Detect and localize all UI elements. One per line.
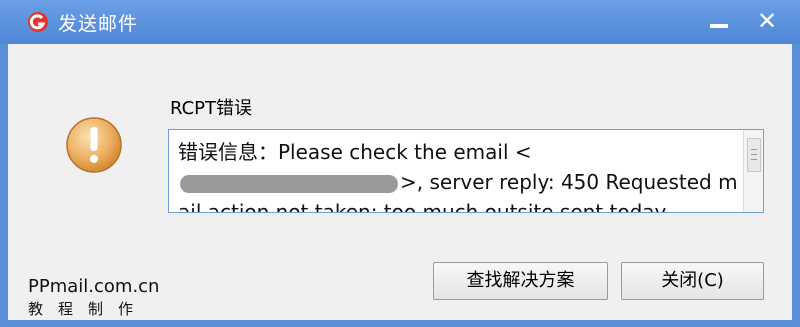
close-icon: ✕ bbox=[756, 7, 778, 35]
error-message-box[interactable]: 错误信息：Please check the email <>, server r… bbox=[168, 129, 764, 213]
app-logo-icon bbox=[28, 12, 48, 32]
watermark-site: PPmail.com.cn bbox=[28, 276, 160, 297]
window-title: 发送邮件 bbox=[58, 13, 139, 35]
vertical-scrollbar[interactable] bbox=[743, 130, 763, 212]
dialog-body: RCPT错误 错误信息：Please check the email <>, s… bbox=[8, 44, 792, 320]
warning-icon bbox=[66, 117, 122, 173]
send-mail-dialog: 发送邮件 ✕ RCPT错误 错误信息：Please check the emai… bbox=[0, 0, 800, 327]
close-window-button[interactable]: ✕ bbox=[752, 6, 782, 36]
minimize-button[interactable] bbox=[704, 6, 734, 36]
redacted-email bbox=[180, 174, 398, 193]
minimize-icon bbox=[710, 24, 728, 28]
title-bar[interactable]: 发送邮件 ✕ bbox=[0, 0, 800, 44]
error-heading: RCPT错误 bbox=[170, 98, 253, 119]
find-solution-button[interactable]: 查找解决方案 bbox=[433, 262, 608, 300]
close-button[interactable]: 关闭(C) bbox=[621, 262, 764, 300]
error-message-text: 错误信息：Please check the email <>, server r… bbox=[178, 137, 738, 212]
message-prefix: 错误信息：Please check the email < bbox=[178, 140, 532, 164]
scrollbar-thumb[interactable] bbox=[747, 138, 761, 172]
watermark-caption: 教程制作 bbox=[28, 300, 149, 318]
